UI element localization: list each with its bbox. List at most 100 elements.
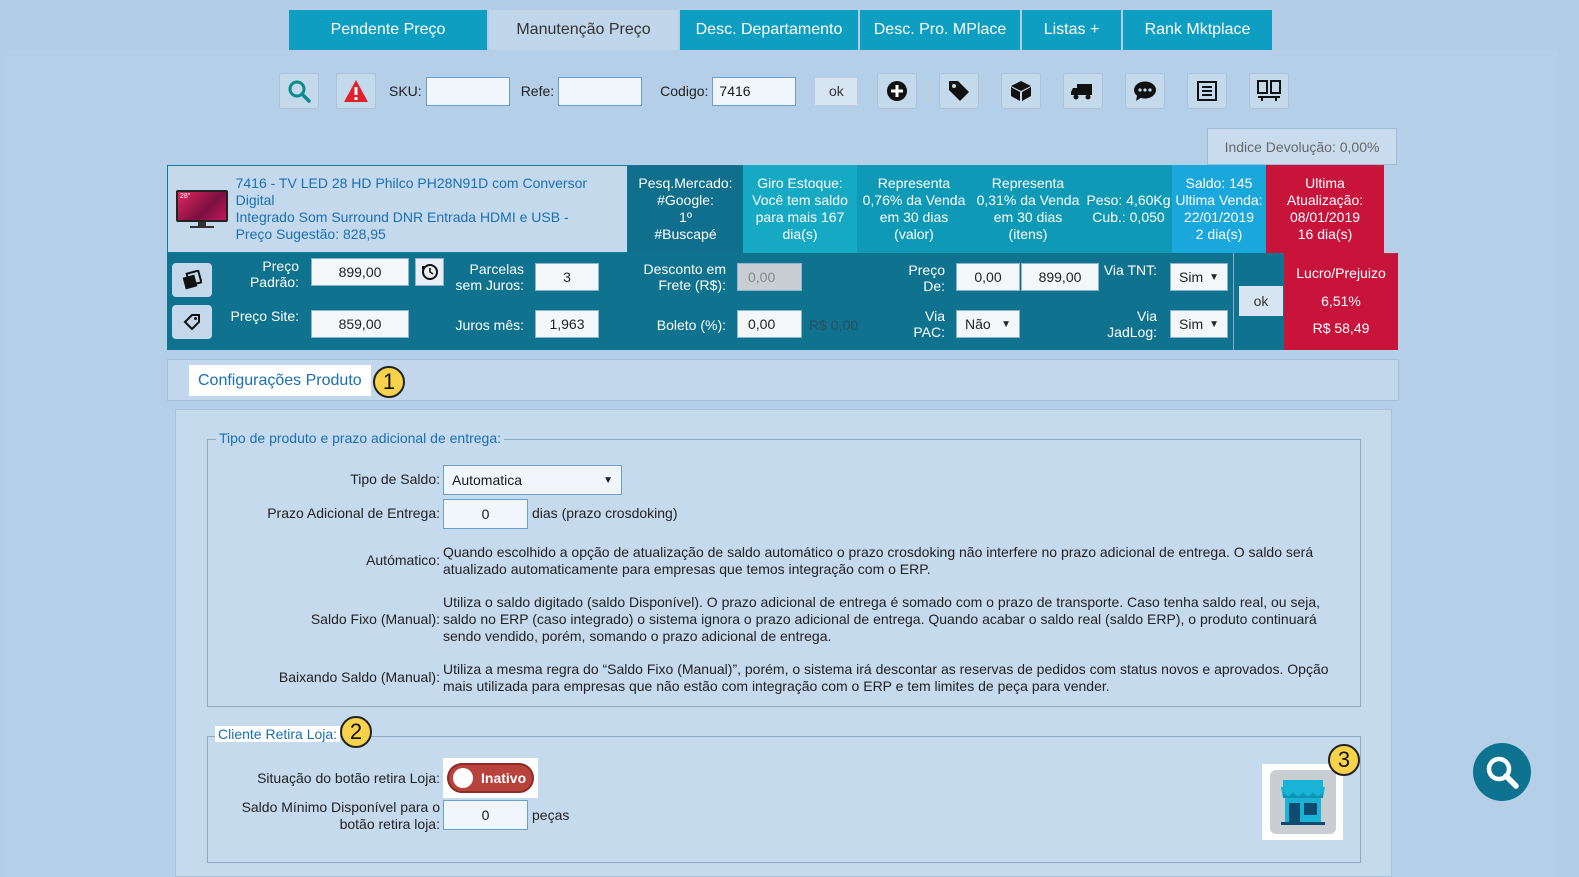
search-icon [1486,756,1519,789]
lucro-percent: 6,51% [1321,293,1361,309]
top-tabs: Pendente Preço Manutenção Preço Desc. De… [289,10,1274,50]
store-icon [1280,780,1325,825]
config-title[interactable]: Configurações Produto [189,365,371,396]
tab-pendente-preco[interactable]: Pendente Preço [289,10,487,50]
via-tnt-label: Via TNT: [1103,262,1157,278]
preco-site-input[interactable]: 859,00 [311,310,409,338]
stat-line: (itens) [1008,226,1048,242]
codigo-input[interactable]: 7416 [712,76,797,106]
parcelas-input[interactable]: 3 [535,263,599,291]
stat-line: Saldo: 145 [1185,175,1253,191]
refe-input[interactable] [558,76,643,106]
retira-loja-toggle[interactable]: Inativo [447,763,534,793]
price-ok-button[interactable]: ok [1239,286,1283,316]
plus-circle-icon [887,81,908,101]
product-suggested-price: Preço Sugestão: 828,95 [235,226,386,242]
tab-manutencao-preco[interactable]: Manutenção Preço [489,10,678,50]
compare-button[interactable] [1249,73,1290,109]
search-icon [288,80,311,103]
via-pac-select[interactable]: Não ▼ [956,310,1020,338]
sku-input[interactable] [425,76,510,106]
lucro-label: Lucro/Prejuizo [1296,265,1386,281]
stat-line: Cub.: 0,050 [1092,209,1165,225]
alert-button[interactable] [336,73,376,109]
stat-representa-valor: Representa 0,76% da Venda em 30 dias (va… [857,165,971,253]
tags-button[interactable] [172,305,212,339]
via-jadlog-label: Via JadLog: [1107,308,1157,340]
add-button[interactable] [877,73,918,109]
preco-de-input-2[interactable]: 899,00 [1021,263,1099,291]
stat-line: 2 dia(s) [1195,226,1243,242]
stat-line: dia(s) [782,226,818,242]
baixando-saldo-description: Utiliza a mesma regra do “Saldo Fixo (Ma… [443,661,1343,695]
tab-listas[interactable]: Listas + [1022,10,1121,50]
tipo-saldo-value: Automatica [452,472,523,488]
preco-de-input-1[interactable]: 0,00 [956,263,1020,291]
stat-line: #Google: [657,192,714,208]
prazo-label: Prazo Adicional de Entrega: [267,505,440,521]
tab-rank-mktplace[interactable]: Rank Mktplace [1123,10,1272,50]
tipo-saldo-label: Tipo de Saldo: [350,471,440,487]
comment-button[interactable] [1125,73,1166,109]
toggle-knob [453,768,473,788]
saldo-minimo-suffix: peças [532,807,570,823]
store-icon-box[interactable] [1262,764,1343,840]
stat-line: em 30 dias [993,209,1063,225]
product-description: 28" 7416 - TV LED 28 HD Philco PH28N91D … [167,165,628,253]
refresh-price-button[interactable] [415,258,444,286]
truck-icon [1071,84,1093,100]
desc-line: Utiliza a mesma regra do “Saldo Fixo (Ma… [443,661,1329,677]
toolbar: SKU: Refe: Codigo: 7416 ok [279,73,1290,109]
desconto-frete-input[interactable]: 0,00 [737,263,802,291]
list-button[interactable] [1187,73,1228,109]
cube-icon [1011,81,1032,101]
saldo-fixo-description: Utiliza o saldo digitado (saldo Disponív… [443,594,1343,645]
stat-line: 08/01/2019 [1289,209,1361,225]
saldo-fixo-label: Saldo Fixo (Manual): [310,611,440,627]
columns-icon [1257,80,1282,101]
prazo-input[interactable]: 0 [443,499,528,529]
via-pac-value: Não [965,316,991,332]
stat-line: Atualização: [1286,192,1364,208]
juros-input[interactable]: 1,963 [535,310,599,338]
tag-icon [949,81,970,101]
list-icon [1197,81,1218,101]
stat-line: Representa [877,175,951,191]
price-ok-column: ok [1233,253,1284,350]
tags-icon [183,314,200,331]
product-text: 7416 - TV LED 28 HD Philco PH28N91D com … [236,175,627,243]
via-jadlog-select[interactable]: Sim ▼ [1170,310,1228,338]
codigo-label: Codigo: [660,83,709,99]
box-button[interactable] [1001,73,1042,109]
tag-button[interactable] [939,73,980,109]
lucro-prejuizo-panel: Lucro/Prejuizo 6,51% R$ 58,49 [1284,253,1398,350]
stat-line: 0,31% da Venda [976,192,1080,208]
stat-line: 0,76% da Venda [862,192,966,208]
saldo-minimo-input[interactable]: 0 [443,800,528,830]
floating-search-button[interactable] [1473,743,1531,801]
tab-desc-departamento[interactable]: Desc. Departamento [680,10,858,50]
truck-button[interactable] [1063,73,1104,109]
ok-button[interactable]: ok [814,76,859,106]
preco-site-label: Preço Site: [230,308,299,324]
stat-giro-estoque: Giro Estoque: Você tem saldo para mais 1… [743,165,857,253]
stat-saldo: Saldo: 145 Ultima Venda: 22/01/2019 2 di… [1172,165,1266,253]
fieldset-cliente-retira-legend: Cliente Retira Loja: [215,726,341,742]
baixando-saldo-label: Baixando Saldo (Manual): [278,669,440,685]
tab-desc-pro-mplace[interactable]: Desc. Pro. MPlace [860,10,1020,50]
copy-price-button[interactable] [172,263,212,297]
tipo-saldo-select[interactable]: Automatica ▼ [443,465,622,495]
stat-line: #Buscapé [654,226,717,242]
retira-toggle-wrapper: Inativo [443,758,538,798]
pages-icon [182,270,202,290]
stat-line: Ultima [1305,175,1345,191]
via-tnt-select[interactable]: Sim ▼ [1170,263,1228,291]
refresh-icon [421,264,438,280]
search-button[interactable] [279,73,319,109]
stat-line: em 30 dias [879,209,949,225]
boleto-input[interactable]: 0,00 [737,310,802,338]
preco-padrao-input[interactable]: 899,00 [311,258,409,286]
stat-peso: Peso: 4,60Kg Cub.: 0,050 [1085,165,1172,253]
juros-label: Juros mês: [455,317,524,333]
stat-line: Pesq.Mercado: [638,175,733,191]
